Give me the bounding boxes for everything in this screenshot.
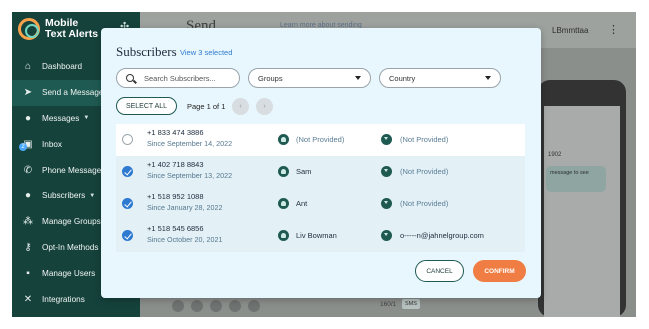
inbox-icon: ▣ 2 — [19, 138, 34, 152]
person-icon — [278, 198, 289, 210]
row-checkbox[interactable] — [122, 198, 133, 210]
subscriber-phone: +1 518 952 1088 — [147, 192, 204, 202]
subscriber-name: Liv Bowman — [296, 231, 337, 241]
logo-icon — [18, 18, 40, 40]
subscriber-phone: +1 518 545 6856 — [147, 224, 204, 234]
cancel-button[interactable]: CANCEL — [415, 260, 464, 282]
subscriber-email: (Not Provided) — [400, 167, 449, 177]
merge-field-icon[interactable] — [248, 300, 260, 312]
person-icon — [278, 134, 289, 145]
sidebar-item-label: Send a Message — [42, 88, 104, 98]
subscriber-email: o-----n@jahnelgroup.com — [400, 231, 484, 241]
person-icon — [278, 166, 289, 178]
composer-toolbar — [172, 295, 412, 317]
phone-preview-message: message to see — [546, 166, 606, 192]
search-icon — [126, 74, 134, 82]
table-row[interactable]: +1 518 952 1088 Since January 28, 2022 A… — [116, 188, 525, 220]
groups-dropdown-label: Groups — [258, 73, 283, 83]
row-checkbox[interactable] — [122, 134, 133, 145]
email-icon — [381, 134, 392, 145]
row-checkbox[interactable] — [122, 230, 133, 242]
chevron-down-icon — [355, 76, 361, 80]
chat-icon: ● — [24, 112, 32, 124]
subscriber-name: Ant — [296, 199, 308, 209]
subscribers-modal: Subscribers View 3 selected Groups Count… — [101, 28, 541, 298]
sidebar-item-label: Phone Messages — [42, 165, 106, 175]
confirm-button[interactable]: CONFIRM — [473, 260, 526, 282]
prev-page-button[interactable]: ‹ — [232, 98, 249, 115]
integrations-icon: ✕ — [23, 293, 33, 305]
table-row[interactable]: +1 518 545 6856 Since October 20, 2021 L… — [116, 220, 525, 252]
logo-text-line2: Text Alerts — [45, 28, 99, 40]
sidebar-item-label: Inbox — [42, 139, 63, 149]
row-checkbox[interactable] — [122, 166, 133, 178]
email-icon — [381, 198, 392, 210]
country-dropdown-label: Country — [389, 73, 416, 83]
table-row[interactable]: +1 402 718 8843 Since September 13, 2022… — [116, 156, 525, 188]
subscriber-name: (Not Provided) — [296, 135, 345, 144]
users-icon: ▪ — [26, 267, 30, 279]
sidebar-item-label: Dashboard — [42, 62, 83, 72]
phone-screen: 1902 message to see — [544, 106, 620, 317]
sidebar-item-label: Messages — [42, 113, 80, 123]
subscriber-since: Since January 28, 2022 — [147, 203, 223, 213]
subscriber-since: Since September 13, 2022 — [147, 171, 233, 181]
subscriber-email: (Not Provided) — [400, 199, 449, 209]
chevron-right-icon: › — [263, 103, 266, 110]
image-icon[interactable] — [229, 300, 241, 312]
home-icon: ⌂ — [24, 61, 32, 73]
logo: Mobile Text Alerts — [18, 18, 98, 40]
select-all-button[interactable]: SELECT ALL — [116, 97, 177, 115]
phone-preview-number: 1902 — [548, 152, 562, 158]
sidebar-item-label: Manage Groups — [42, 217, 101, 227]
inbox-badge: 2 — [19, 143, 27, 152]
subscriber-name: Sam — [296, 167, 312, 177]
sidebar-item-label: Manage Users — [42, 268, 96, 278]
search-input[interactable] — [144, 73, 239, 83]
modal-title: Subscribers — [116, 44, 177, 59]
send-icon: ➤ — [23, 87, 33, 99]
page-info: Page 1 of 1 — [187, 102, 226, 111]
search-field[interactable] — [116, 68, 240, 88]
country-dropdown[interactable]: Country — [379, 68, 501, 88]
more-options-icon[interactable]: ⋮ — [608, 23, 619, 36]
chevron-down-icon — [485, 76, 491, 80]
chevron-down-icon: ▼ — [83, 115, 90, 122]
table-row[interactable]: +1 833 474 3886 Since September 14, 2022… — [116, 124, 525, 156]
sidebar-item-label: Opt-In Methods — [42, 242, 99, 252]
sidebar-item-label: Subscribers — [42, 191, 86, 201]
chevron-left-icon: ‹ — [239, 103, 242, 110]
group-icon: ⁂ — [23, 216, 33, 228]
email-icon — [381, 230, 392, 242]
subscriber-since: Since October 20, 2021 — [147, 235, 223, 245]
link-icon[interactable] — [210, 300, 222, 312]
char-counter: 160/1 — [380, 301, 397, 308]
key-icon: ⚷ — [24, 241, 32, 253]
email-icon — [381, 166, 392, 178]
phone-preview: 1902 message to see — [538, 80, 626, 317]
next-page-button[interactable]: › — [256, 98, 273, 115]
subscriber-since: Since September 14, 2022 — [147, 139, 233, 148]
phone-icon: ✆ — [23, 164, 33, 176]
sidebar-item-label: Integrations — [42, 294, 85, 304]
subscriber-phone: +1 833 474 3886 — [147, 128, 204, 137]
person-icon: ● — [24, 190, 32, 202]
view-selected-link[interactable]: View 3 selected — [180, 48, 232, 57]
app-frame: Mobile Text Alerts ✣ ⌂ Dashboard ➤ Send … — [12, 12, 636, 317]
emoji-icon[interactable] — [191, 300, 203, 312]
sms-badge: SMS — [402, 299, 420, 309]
subscriber-list: +1 833 474 3886 Since September 14, 2022… — [116, 124, 525, 252]
chevron-down-icon: ▼ — [89, 192, 96, 199]
subscriber-email: (Not Provided) — [400, 135, 449, 144]
attach-icon[interactable] — [172, 300, 184, 312]
user-name[interactable]: LBmmttaa — [552, 26, 588, 35]
person-icon — [278, 230, 289, 242]
groups-dropdown[interactable]: Groups — [248, 68, 371, 88]
subscriber-phone: +1 402 718 8843 — [147, 160, 204, 170]
